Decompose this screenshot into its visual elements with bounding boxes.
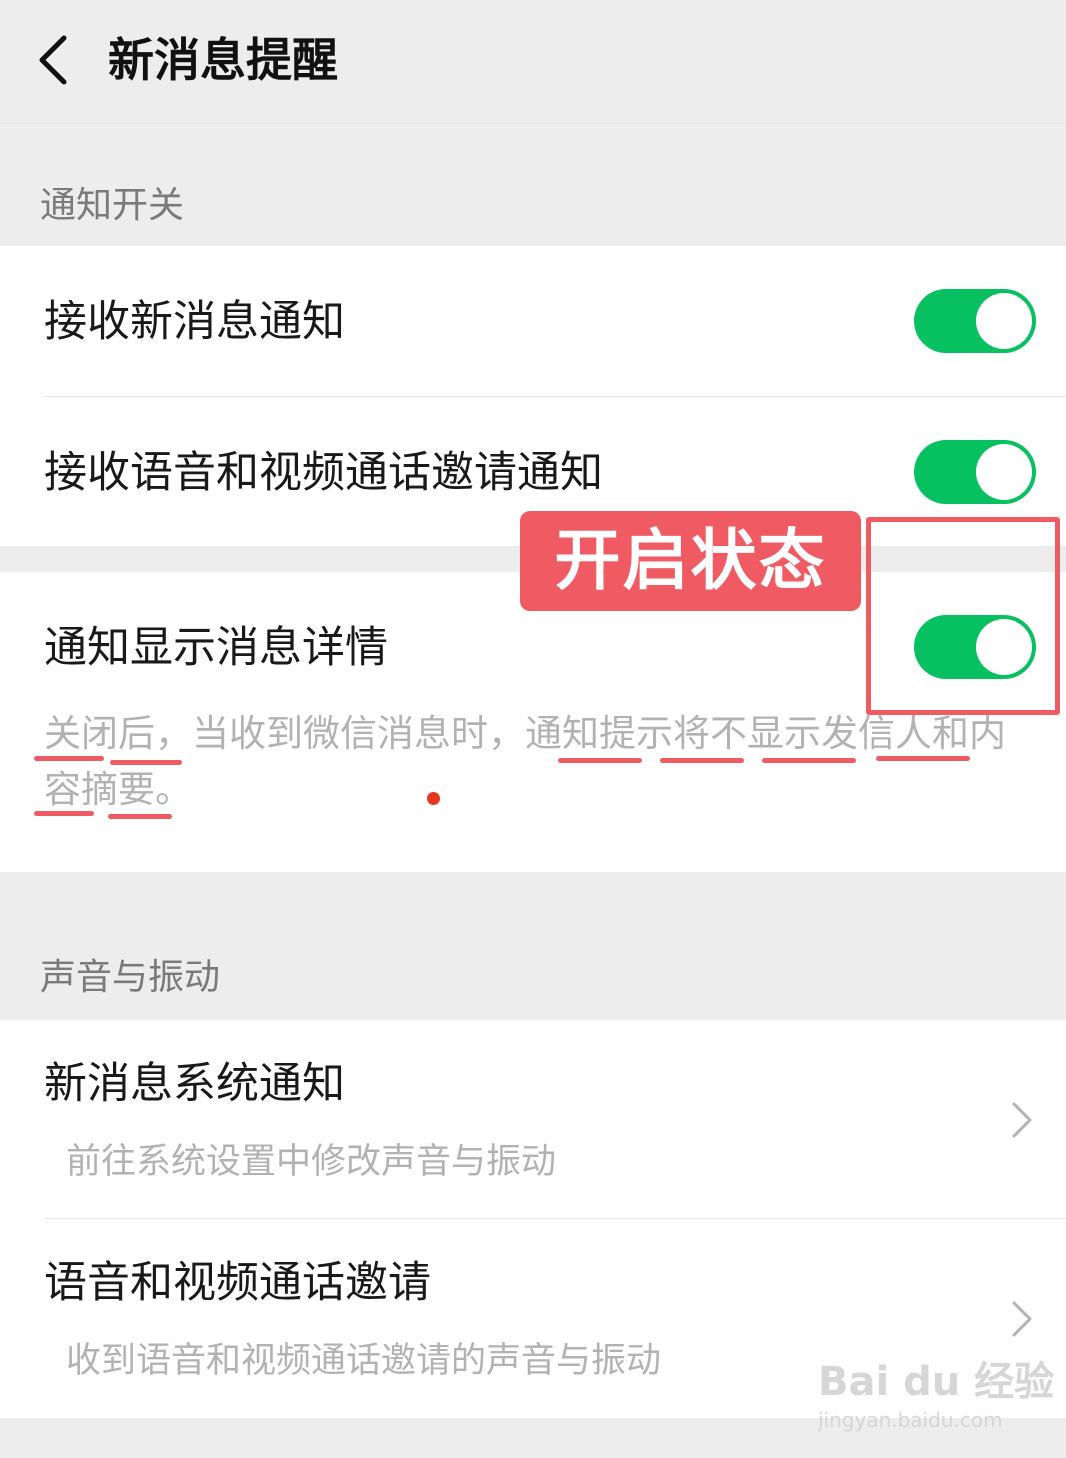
call-invite-sound-title: 语音和视频通话邀请 bbox=[44, 1258, 431, 1308]
system-notification-title: 新消息系统通知 bbox=[44, 1059, 345, 1109]
show-details-description: 关闭后，当收到微信消息时，通知提示将不显示发信人和内容摘要。 bbox=[44, 712, 1006, 811]
annotation-underline bbox=[558, 758, 642, 763]
annotation-underline bbox=[34, 756, 104, 761]
chevron-left-icon[interactable] bbox=[34, 34, 74, 86]
baidu-watermark: Bai du 经验 jingyan.baidu.com bbox=[818, 1346, 1054, 1436]
chevron-right-icon bbox=[1012, 1301, 1032, 1337]
annotation-underline bbox=[110, 760, 182, 765]
system-notification-subtitle: 前往系统设置中修改声音与振动 bbox=[66, 1142, 557, 1182]
receive-call-invite-toggle[interactable] bbox=[914, 440, 1036, 504]
toggle-knob bbox=[976, 293, 1032, 349]
call-invite-sound-subtitle: 收到语音和视频通话邀请的声音与振动 bbox=[66, 1341, 662, 1381]
annotation-underline bbox=[660, 758, 744, 763]
row-divider bbox=[44, 396, 1066, 397]
section-label-sound: 声音与振动 bbox=[40, 957, 221, 998]
page-title: 新消息提醒 bbox=[108, 33, 338, 87]
annotation-dot bbox=[427, 792, 440, 805]
settings-page: 新消息提醒 通知开关 接收新消息通知 接收语音和视频通话邀请通知 通知显示消息详… bbox=[0, 0, 1066, 1458]
watermark-main-text: Bai du 经验 bbox=[818, 1359, 1055, 1405]
annotation-underline bbox=[34, 811, 94, 816]
annotation-underline bbox=[762, 758, 856, 763]
receive-call-invite-label: 接收语音和视频通话邀请通知 bbox=[44, 448, 603, 498]
watermark-url-text: jingyan.baidu.com bbox=[818, 1408, 1003, 1432]
receive-new-message-label: 接收新消息通知 bbox=[44, 297, 345, 347]
receive-new-message-toggle[interactable] bbox=[914, 289, 1036, 353]
show-details-label: 通知显示消息详情 bbox=[44, 623, 388, 673]
annotation-underline bbox=[108, 814, 172, 819]
notification-card: 接收新消息通知 接收语音和视频通话邀请通知 bbox=[0, 246, 1066, 546]
system-notification-row[interactable]: 新消息系统通知 前往系统设置中修改声音与振动 bbox=[0, 1020, 1066, 1218]
section-label-notification: 通知开关 bbox=[40, 185, 185, 226]
status-annotation-badge: 开启状态 bbox=[520, 511, 861, 611]
header-bar: 新消息提醒 bbox=[0, 0, 1066, 124]
toggle-knob bbox=[976, 444, 1032, 500]
toggle-highlight-box bbox=[866, 517, 1060, 715]
annotation-underline bbox=[876, 756, 970, 761]
chevron-right-icon bbox=[1012, 1102, 1032, 1138]
